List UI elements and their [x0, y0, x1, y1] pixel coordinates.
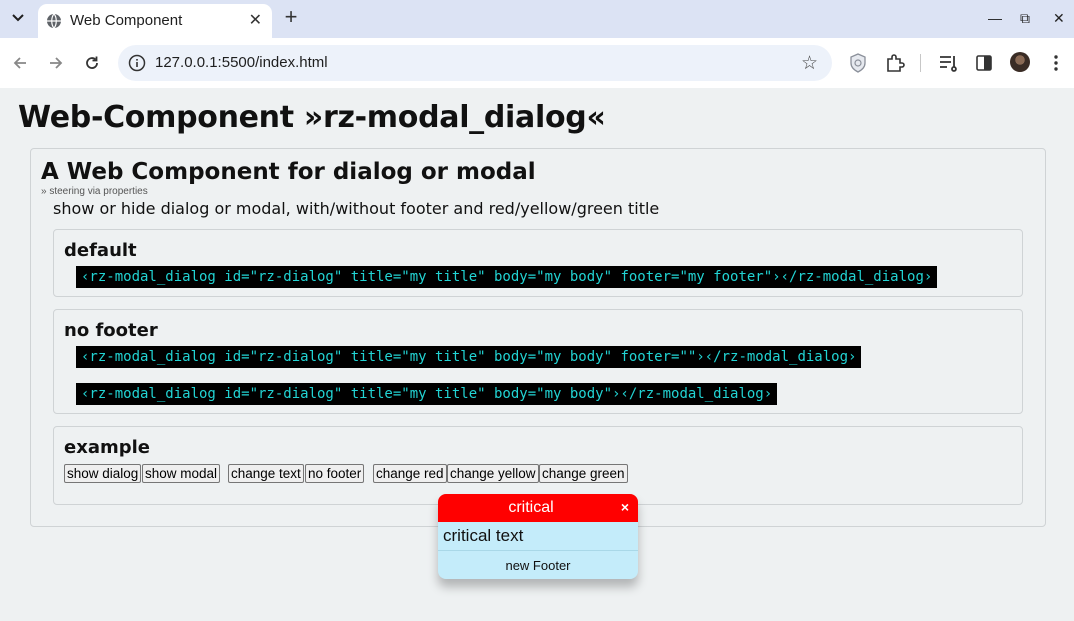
globe-icon — [47, 13, 61, 29]
url-text[interactable]: 127.0.0.1:5500/index.html — [155, 54, 328, 71]
tab-bar: Web Component ✕ + — ⧉ ✕ — [0, 0, 1074, 38]
show-modal-button[interactable]: show modal — [142, 464, 221, 483]
show-dialog-button[interactable]: show dialog — [64, 464, 142, 483]
change-yellow-button[interactable]: change yellow — [447, 464, 539, 483]
info-icon[interactable] — [128, 54, 146, 72]
puzzle-extensions-icon[interactable] — [884, 52, 906, 74]
change-text-button[interactable]: change text — [228, 464, 304, 483]
bookmark-star-icon[interactable]: ☆ — [801, 52, 818, 74]
card-title: default — [64, 240, 137, 261]
dialog-divider — [438, 550, 638, 551]
browser-toolbar: 127.0.0.1:5500/index.html ☆ — [0, 38, 1074, 88]
dialog-body: critical text — [443, 526, 524, 545]
dialog-footer: new Footer — [505, 558, 571, 573]
page-title: Web-Component »rz-modal_dialog« — [18, 100, 606, 135]
no-footer-button[interactable]: no footer — [305, 464, 365, 483]
side-panel-icon[interactable] — [973, 52, 995, 74]
reading-list-icon[interactable] — [937, 52, 959, 74]
card-default: default ‹rz-modal_dialog id="rz-dialog" … — [53, 229, 1023, 297]
tab-search-icon[interactable] — [6, 6, 30, 30]
kebab-menu-icon[interactable] — [1045, 52, 1067, 74]
tab-web-component[interactable]: Web Component ✕ — [38, 4, 272, 38]
section-description: show or hide dialog or modal, with/witho… — [53, 199, 660, 218]
card-no-footer: no footer ‹rz-modal_dialog id="rz-dialog… — [53, 309, 1023, 414]
section-subtitle: » steering via properties — [41, 186, 148, 197]
dialog-title: critical — [508, 499, 554, 516]
code-snippet: ‹rz-modal_dialog id="rz-dialog" title="m… — [76, 383, 778, 405]
change-green-button[interactable]: change green — [539, 464, 628, 483]
card-title: no footer — [64, 320, 158, 341]
tab-close-icon[interactable]: ✕ — [249, 10, 262, 30]
window-close-icon[interactable]: ✕ — [1053, 10, 1065, 27]
reload-icon[interactable] — [82, 53, 102, 73]
shield-extension-icon[interactable] — [847, 52, 869, 74]
dialog-header: critical × — [438, 494, 638, 522]
section-title: A Web Component for dialog or modal — [41, 159, 536, 185]
modal-dialog: critical × critical text new Footer — [438, 494, 638, 579]
profile-avatar[interactable] — [1010, 52, 1030, 72]
tab-title: Web Component — [70, 12, 183, 29]
minimize-icon[interactable]: — — [988, 10, 1002, 26]
page-content: Web-Component »rz-modal_dialog« A Web Co… — [0, 88, 1074, 621]
code-snippet: ‹rz-modal_dialog id="rz-dialog" title="m… — [76, 346, 862, 368]
forward-icon[interactable] — [46, 53, 66, 73]
change-red-button[interactable]: change red — [373, 464, 447, 483]
toolbar-separator — [920, 54, 921, 72]
component-section: A Web Component for dialog or modal » st… — [30, 148, 1046, 527]
address-bar[interactable]: 127.0.0.1:5500/index.html ☆ — [118, 45, 832, 81]
back-icon[interactable] — [10, 53, 30, 73]
new-tab-button[interactable]: + — [280, 6, 302, 29]
code-snippet: ‹rz-modal_dialog id="rz-dialog" title="m… — [76, 266, 938, 288]
restore-icon[interactable]: ⧉ — [1020, 10, 1030, 27]
card-title: example — [64, 437, 150, 458]
dialog-close-button[interactable]: × — [621, 499, 629, 515]
